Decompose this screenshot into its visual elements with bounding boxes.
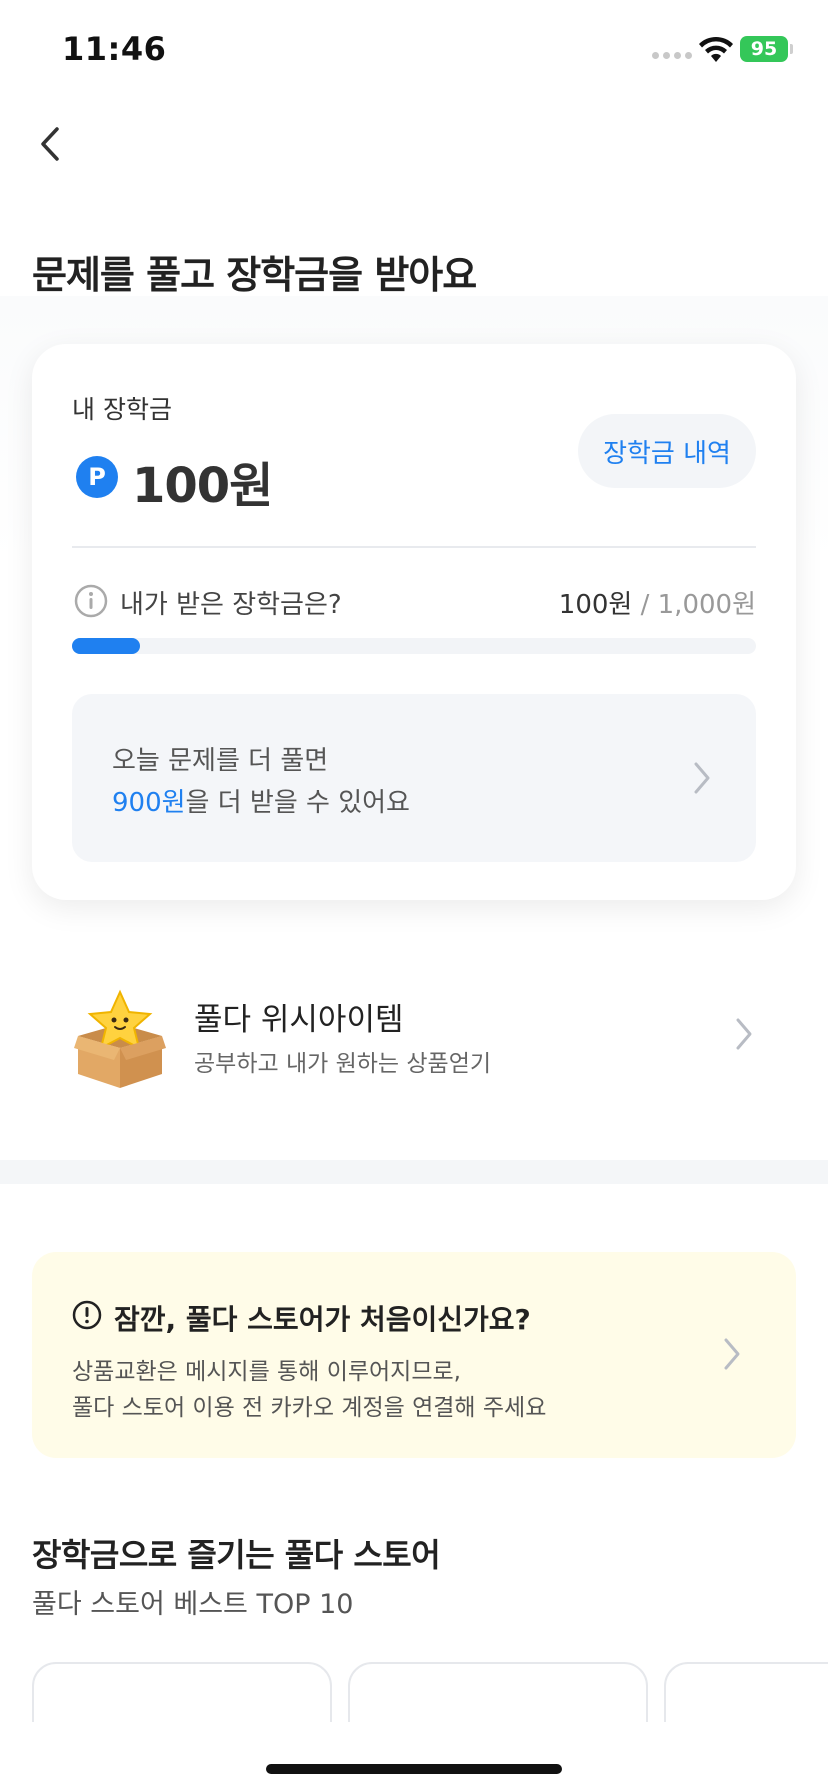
chevron-left-icon [41,127,59,161]
progress-text: 100원 / 1,000원 [559,584,756,621]
notice-title: 잠깐, 풀다 스토어가 처음이신가요? [114,1303,531,1336]
notice-line-2: 풀다 스토어 이용 전 카카오 계정을 연결해 주세요 [72,1395,547,1421]
battery-cap [790,44,793,54]
exclamation-circle-icon [72,1300,102,1330]
tip-line-1: 오늘 문제를 더 풀면 [112,746,329,776]
tip-line-2-rest: 을 더 받을 수 있어요 [185,788,410,818]
store-first-time-notice[interactable]: 잠깐, 풀다 스토어가 처음이신가요? 상품교환은 메시지를 통해 이루어지므로… [32,1252,796,1458]
star-in-box-icon [74,989,166,1088]
info-icon[interactable] [74,584,108,618]
progress-bar [72,638,756,654]
product-card[interactable] [32,1662,332,1722]
wish-item-row[interactable]: 풀다 위시아이템 공부하고 내가 원하는 상품얻기 [0,972,828,1102]
battery-level: 95 [750,38,778,60]
point-icon: P [76,456,118,498]
received-scholarship-label: 내가 받은 장학금은? [120,590,342,620]
progress-total: 1,000원 [657,590,756,620]
cellular-signal-icon [652,52,692,59]
scholarship-card: 내 장학금 P 100원 장학금 내역 내가 받은 장학금은? 100원 / 1… [32,344,796,900]
product-card[interactable] [348,1662,648,1722]
progress-separator: / [632,590,658,620]
scholarship-amount: 100원 [132,458,273,514]
product-card[interactable] [664,1662,828,1722]
tip-line-2: 900원을 더 받을 수 있어요 [112,782,410,819]
point-symbol: P [88,463,106,491]
status-time: 11:46 [62,30,167,68]
store-section-subtitle: 풀다 스토어 베스트 TOP 10 [32,1589,354,1620]
wifi-icon [699,36,733,62]
notice-line-1: 상품교환은 메시지를 통해 이루어지므로, [72,1359,461,1385]
chevron-right-icon [736,1018,752,1050]
battery-icon: 95 [740,36,788,62]
back-button[interactable] [30,122,70,166]
scholarship-history-button[interactable]: 장학금 내역 [578,414,756,488]
wish-item-subtitle: 공부하고 내가 원하는 상품얻기 [194,1051,492,1077]
more-problems-tip[interactable]: 오늘 문제를 더 풀면 900원을 더 받을 수 있어요 [72,694,756,862]
divider [72,546,756,548]
status-bar: 11:46 95 [0,0,828,100]
product-carousel[interactable] [0,1662,828,1722]
store-section-title: 장학금으로 즐기는 풀다 스토어 [32,1536,441,1574]
page-title: 문제를 풀고 장학금을 받아요 [32,253,477,297]
progress-fill [72,638,141,654]
scholarship-label: 내 장학금 [72,395,172,424]
chevron-right-icon [724,1338,740,1370]
home-indicator [266,1764,562,1774]
section-divider [0,1160,828,1184]
progress-current: 100원 [558,590,633,620]
tip-amount: 900원 [112,788,186,818]
wish-item-title: 풀다 위시아이템 [194,1002,404,1038]
chevron-right-icon [694,762,710,794]
